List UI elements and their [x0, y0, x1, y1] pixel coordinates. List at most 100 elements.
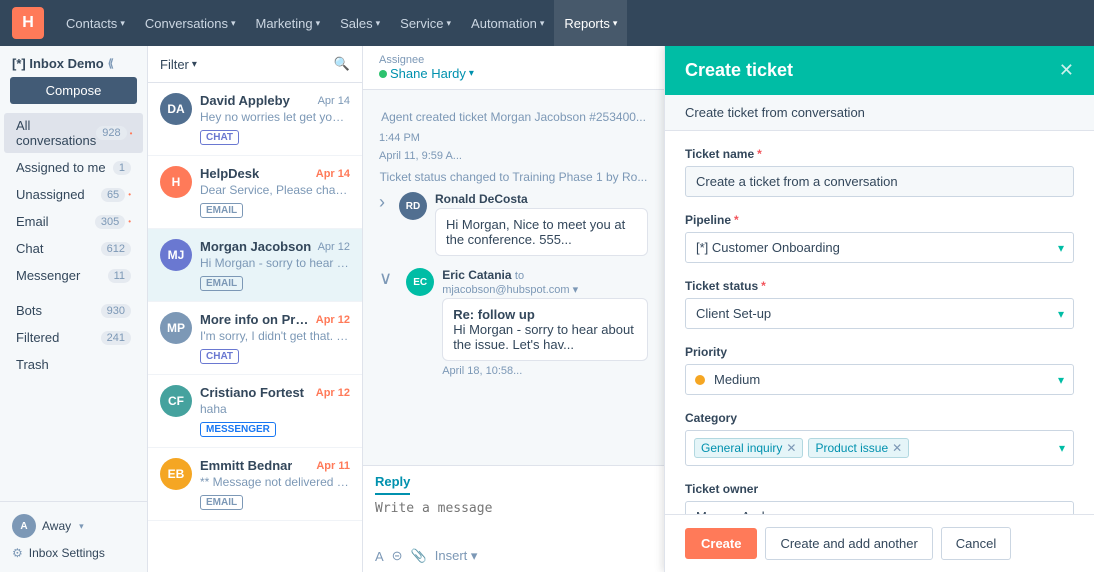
message-time: April 18, 10:58...	[442, 365, 648, 377]
top-nav: H Contacts ▾ Conversations ▾ Marketing ▾…	[0, 0, 1094, 46]
status-select-wrap: Client Set-upNewIn ProgressClosed ▾	[685, 298, 1074, 329]
sidebar-header: [*] Inbox Demo ⟪	[0, 46, 147, 77]
panel-title: Create ticket	[685, 60, 793, 81]
chevron-down-icon[interactable]: ▾	[1059, 441, 1065, 455]
away-status[interactable]: A Away ▾	[12, 510, 135, 542]
reply-area: Reply A ⊝ 📎 Insert ▾	[363, 465, 664, 572]
panel-subheader: Create ticket from conversation	[665, 95, 1094, 131]
search-button[interactable]: 🔍	[334, 56, 350, 72]
paperclip-icon[interactable]: 📎	[411, 548, 427, 564]
priority-select[interactable]: LowMediumHighCritical	[685, 364, 1074, 395]
reply-input[interactable]	[375, 501, 652, 541]
expand-icon[interactable]: ›	[379, 192, 385, 256]
attachment-button[interactable]: ⊝	[392, 548, 403, 564]
sidebar-item-bots[interactable]: Bots 930	[4, 298, 143, 323]
owner-select-wrap: Marcus AndrewsShane HardyRonald DeCosta …	[685, 501, 1074, 514]
sidebar-item-chat[interactable]: Chat 612	[4, 236, 143, 261]
remove-tag-button[interactable]: ✕	[892, 441, 902, 455]
message-area: Agent created ticket Morgan Jacobson #25…	[363, 90, 664, 465]
create-ticket-panel: Create ticket ✕ Create ticket from conve…	[664, 46, 1094, 572]
close-button[interactable]: ✕	[1059, 60, 1074, 81]
panel-body: Ticket name * Pipeline * [*] Customer On…	[665, 131, 1094, 514]
create-button[interactable]: Create	[685, 528, 757, 559]
conv-item[interactable]: MJ Morgan Jacobson Apr 12 Hi Morgan - so…	[148, 229, 362, 302]
system-message: Ticket status changed to Training Phase …	[379, 170, 648, 184]
inbox-settings[interactable]: ⚙ Inbox Settings	[12, 542, 135, 564]
nav-sales[interactable]: Sales ▾	[330, 0, 390, 46]
avatar: EC	[406, 268, 434, 296]
category-tag: General inquiry ✕	[694, 438, 803, 458]
nav-contacts[interactable]: Contacts ▾	[56, 0, 135, 46]
conv-item[interactable]: EB Emmitt Bednar Apr 11 ** Message not d…	[148, 448, 362, 521]
nav-service[interactable]: Service ▾	[390, 0, 461, 46]
conv-item[interactable]: CF Cristiano Fortest Apr 12 haha MESSENG…	[148, 375, 362, 448]
cancel-button[interactable]: Cancel	[941, 527, 1011, 560]
conv-item[interactable]: MP More info on Produ... Apr 12 I'm sorr…	[148, 302, 362, 375]
remove-tag-button[interactable]: ✕	[786, 441, 796, 455]
sidebar: [*] Inbox Demo ⟪ Compose All conversatio…	[0, 46, 148, 572]
online-status-dot	[379, 70, 387, 78]
chevron-down-icon: ▾	[540, 18, 545, 29]
avatar: H	[160, 166, 192, 198]
message-row: › RD Ronald DeCosta Hi Morgan, Nice to m…	[379, 192, 648, 256]
avatar: CF	[160, 385, 192, 417]
hubspot-logo: H	[12, 7, 44, 39]
message-time: April 11, 9:59 A...	[379, 150, 648, 162]
chevron-down-icon: ▾	[316, 18, 321, 29]
inbox-label[interactable]: [*] Inbox Demo ⟪	[12, 56, 114, 71]
pipeline-group: Pipeline * [*] Customer OnboardingSales …	[685, 213, 1074, 263]
ticket-owner-select[interactable]: Marcus AndrewsShane HardyRonald DeCosta	[685, 501, 1074, 514]
conversation-list: Filter ▾ 🔍 DA David Appleby Apr 14 Hey n…	[148, 46, 363, 572]
sidebar-item-unassigned[interactable]: Unassigned 65 •	[4, 182, 143, 207]
pipeline-select[interactable]: [*] Customer OnboardingSales PipelineSup…	[685, 232, 1074, 263]
conv-header: Assignee Shane Hardy ▾	[363, 46, 664, 90]
sidebar-footer: A Away ▾ ⚙ Inbox Settings	[0, 501, 147, 572]
avatar: MP	[160, 312, 192, 344]
conv-item[interactable]: H HelpDesk Apr 14 Dear Service, Please c…	[148, 156, 362, 229]
create-and-add-another-button[interactable]: Create and add another	[765, 527, 932, 560]
collapse-icon[interactable]: ∨	[379, 268, 392, 377]
nav-marketing[interactable]: Marketing ▾	[245, 0, 330, 46]
panel-header: Create ticket ✕	[665, 46, 1094, 95]
pipeline-select-wrap: [*] Customer OnboardingSales PipelineSup…	[685, 232, 1074, 263]
sidebar-item-messenger[interactable]: Messenger 11	[4, 263, 143, 288]
ticket-owner-group: Ticket owner Marcus AndrewsShane HardyRo…	[685, 482, 1074, 514]
ticket-name-group: Ticket name *	[685, 147, 1074, 197]
ticket-status-select[interactable]: Client Set-upNewIn ProgressClosed	[685, 298, 1074, 329]
sidebar-item-assigned-to-me[interactable]: Assigned to me 1	[4, 155, 143, 180]
category-tags-input[interactable]: General inquiry ✕ Product issue ✕ ▾	[685, 430, 1074, 466]
conversation-items: DA David Appleby Apr 14 Hey no worries l…	[148, 83, 362, 572]
message-time: 1:44 PM	[379, 132, 648, 144]
user-avatar: A	[12, 514, 36, 538]
avatar: EB	[160, 458, 192, 490]
reply-tab[interactable]: Reply	[375, 474, 410, 495]
system-message: Agent created ticket Morgan Jacobson #25…	[379, 110, 648, 124]
category-tag: Product issue ✕	[808, 438, 909, 458]
conv-list-header: Filter ▾ 🔍	[148, 46, 362, 83]
compose-button[interactable]: Compose	[10, 77, 137, 104]
sidebar-item-filtered[interactable]: Filtered 241	[4, 325, 143, 350]
nav-automation[interactable]: Automation ▾	[461, 0, 554, 46]
panel-footer: Create Create and add another Cancel	[665, 514, 1094, 572]
ticket-name-input[interactable]	[685, 166, 1074, 197]
conv-item[interactable]: DA David Appleby Apr 14 Hey no worries l…	[148, 83, 362, 156]
sidebar-item-email[interactable]: Email 305 •	[4, 209, 143, 234]
filter-button[interactable]: Filter ▾	[160, 57, 197, 72]
sidebar-item-all-conversations[interactable]: All conversations 928 •	[4, 113, 143, 153]
gear-icon: ⚙	[12, 546, 23, 560]
ticket-status-group: Ticket status * Client Set-upNewIn Progr…	[685, 279, 1074, 329]
chevron-down-icon: ▾	[231, 18, 236, 29]
unread-dot: •	[128, 190, 131, 199]
priority-group: Priority LowMediumHighCritical ▾	[685, 345, 1074, 395]
avatar: DA	[160, 93, 192, 125]
nav-reports[interactable]: Reports ▾	[554, 0, 627, 46]
nav-conversations[interactable]: Conversations ▾	[135, 0, 246, 46]
reply-toolbar: A ⊝ 📎 Insert ▾	[375, 548, 652, 564]
avatar: MJ	[160, 239, 192, 271]
sidebar-item-trash[interactable]: Trash	[4, 352, 143, 377]
insert-button[interactable]: Insert ▾	[435, 548, 478, 564]
format-text-button[interactable]: A	[375, 549, 384, 564]
chevron-down-icon: ▾	[613, 18, 618, 29]
chevron-down-icon: ▾	[79, 521, 84, 532]
chevron-down-icon: ▾	[469, 68, 474, 79]
